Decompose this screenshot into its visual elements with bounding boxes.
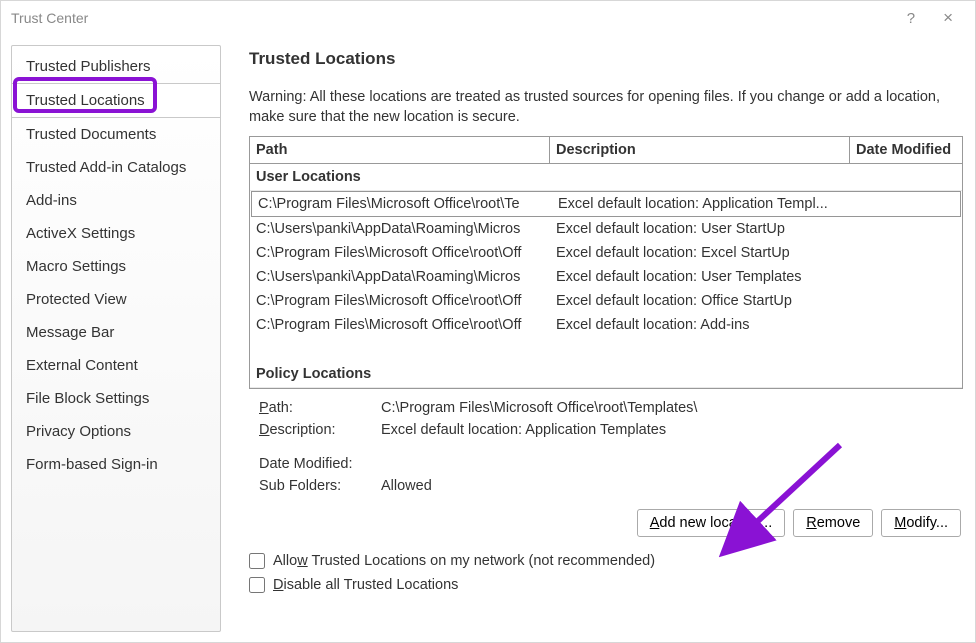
sidebar: Trusted PublishersTrusted LocationsTrust… — [11, 45, 221, 632]
allow-network-checkbox[interactable]: Allow Trusted Locations on my network (n… — [249, 549, 963, 573]
detail-desc-value: Excel default location: Application Temp… — [381, 422, 963, 438]
modify-button[interactable]: Modify... — [881, 509, 961, 537]
options-checkboxes: Allow Trusted Locations on my network (n… — [249, 549, 963, 597]
detail-path-label: Path: — [259, 400, 381, 416]
row-desc: Excel default location: Office StartUp — [556, 293, 848, 309]
page-heading: Trusted Locations — [249, 49, 963, 69]
row-desc: Excel default location: User StartUp — [556, 221, 848, 237]
sidebar-item-message-bar[interactable]: Message Bar — [12, 316, 220, 349]
row-desc: Excel default location: User Templates — [556, 269, 848, 285]
trust-center-window: Trust Center ? × Trusted PublishersTrust… — [0, 0, 976, 643]
sidebar-item-trusted-locations[interactable]: Trusted Locations — [12, 83, 221, 118]
dialog-body: Trusted PublishersTrusted LocationsTrust… — [1, 35, 975, 642]
row-date — [848, 269, 956, 285]
policy-locations-section: Policy Locations — [250, 361, 962, 388]
table-row[interactable]: C:\Program Files\Microsoft Office\root\O… — [250, 241, 962, 265]
sidebar-item-external-content[interactable]: External Content — [12, 349, 220, 382]
add-new-location-button[interactable]: Add new location... — [637, 509, 786, 537]
sidebar-item-trusted-documents[interactable]: Trusted Documents — [12, 118, 220, 151]
sidebar-item-add-ins[interactable]: Add-ins — [12, 184, 220, 217]
detail-path-value: C:\Program Files\Microsoft Office\root\T… — [381, 400, 963, 416]
detail-date-label: Date Modified: — [259, 456, 381, 472]
row-date — [846, 196, 954, 212]
help-icon[interactable]: ? — [893, 10, 929, 27]
row-desc: Excel default location: Excel StartUp — [556, 245, 848, 261]
titlebar: Trust Center ? × — [1, 1, 975, 35]
row-path: C:\Users\panki\AppData\Roaming\Micros — [256, 221, 556, 237]
table-row[interactable]: C:\Program Files\Microsoft Office\root\O… — [250, 289, 962, 313]
row-path: C:\Users\panki\AppData\Roaming\Micros — [256, 269, 556, 285]
content-pane: Trusted Locations Warning: All these loc… — [229, 35, 975, 642]
allow-network-input[interactable] — [249, 553, 265, 569]
row-date — [848, 293, 956, 309]
row-path: C:\Program Files\Microsoft Office\root\T… — [258, 196, 558, 212]
sidebar-item-protected-view[interactable]: Protected View — [12, 283, 220, 316]
detail-desc-label: Description: — [259, 422, 381, 438]
table-row[interactable]: C:\Users\panki\AppData\Roaming\MicrosExc… — [250, 265, 962, 289]
row-date — [848, 317, 956, 333]
sidebar-item-activex-settings[interactable]: ActiveX Settings — [12, 217, 220, 250]
detail-subfolders-label: Sub Folders: — [259, 478, 381, 494]
sidebar-item-privacy-options[interactable]: Privacy Options — [12, 415, 220, 448]
sidebar-item-form-based-sign-in[interactable]: Form-based Sign-in — [12, 448, 220, 481]
col-path[interactable]: Path — [250, 137, 550, 164]
remove-button[interactable]: Remove — [793, 509, 873, 537]
table-spacer — [250, 337, 962, 361]
warning-text: Warning: All these locations are treated… — [249, 87, 963, 128]
col-date-modified[interactable]: Date Modified — [850, 137, 962, 164]
disable-all-checkbox[interactable]: Disable all Trusted Locations — [249, 573, 963, 597]
sidebar-item-trusted-publishers[interactable]: Trusted Publishers — [12, 50, 220, 83]
user-locations-section: User Locations — [250, 164, 962, 191]
close-icon[interactable]: × — [929, 8, 967, 28]
window-title: Trust Center — [11, 10, 893, 26]
sidebar-item-file-block-settings[interactable]: File Block Settings — [12, 382, 220, 415]
sidebar-item-macro-settings[interactable]: Macro Settings — [12, 250, 220, 283]
row-date — [848, 245, 956, 261]
row-date — [848, 221, 956, 237]
row-desc: Excel default location: Application Temp… — [558, 196, 846, 212]
details-panel: Path: C:\Program Files\Microsoft Office\… — [249, 397, 963, 497]
row-path: C:\Program Files\Microsoft Office\root\O… — [256, 245, 556, 261]
table-header: Path Description Date Modified — [250, 137, 962, 164]
buttons-row: Add new location... Remove Modify... — [249, 509, 963, 537]
row-path: C:\Program Files\Microsoft Office\root\O… — [256, 317, 556, 333]
table-row[interactable]: C:\Program Files\Microsoft Office\root\O… — [250, 313, 962, 337]
row-path: C:\Program Files\Microsoft Office\root\O… — [256, 293, 556, 309]
locations-table: Path Description Date Modified User Loca… — [249, 136, 963, 389]
detail-date-value — [381, 456, 963, 472]
disable-all-input[interactable] — [249, 577, 265, 593]
sidebar-item-trusted-add-in-catalogs[interactable]: Trusted Add-in Catalogs — [12, 151, 220, 184]
table-row[interactable]: C:\Program Files\Microsoft Office\root\T… — [251, 191, 961, 217]
col-description[interactable]: Description — [550, 137, 850, 164]
detail-subfolders-value: Allowed — [381, 478, 963, 494]
table-row[interactable]: C:\Users\panki\AppData\Roaming\MicrosExc… — [250, 217, 962, 241]
row-desc: Excel default location: Add-ins — [556, 317, 848, 333]
